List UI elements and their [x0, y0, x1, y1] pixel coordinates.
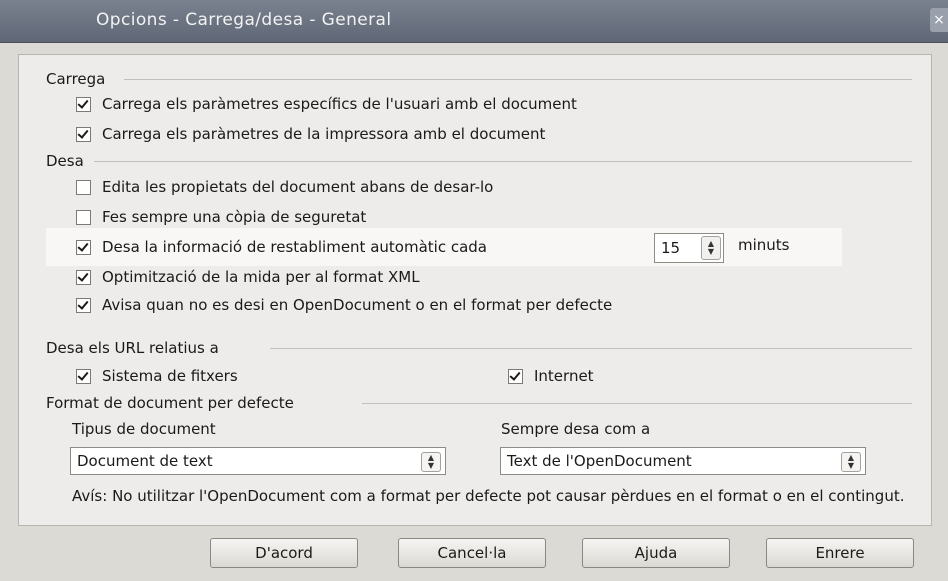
checkbox-edit-properties[interactable]: Edita les propietats del document abans … [76, 175, 493, 199]
checkbox-autorecovery[interactable]: Desa la informació de restabliment autom… [76, 235, 487, 259]
checkbox-warn-not-odf[interactable]: Avisa quan no es desi en OpenDocument o … [76, 293, 612, 317]
checkbox-box[interactable] [508, 368, 523, 384]
ok-button[interactable]: D'acord [210, 538, 358, 568]
section-relative-urls-label: Desa els URL relatius a [46, 339, 219, 357]
section-separator [124, 79, 912, 80]
checkbox-always-backup[interactable]: Fes sempre una còpia de seguretat [76, 205, 366, 229]
checkbox-box[interactable] [76, 239, 91, 255]
checkbox-label: Edita les propietats del document abans … [102, 178, 494, 196]
checkbox-box[interactable] [76, 209, 91, 225]
checkbox-relative-internet[interactable]: Internet [508, 364, 594, 388]
title-bar: Opcions - Carrega/desa - General × [0, 0, 948, 43]
autosave-unit-label: minuts [738, 236, 790, 254]
checkbox-relative-filesystem[interactable]: Sistema de fitxers [76, 364, 238, 388]
doc-type-value: Document de text [77, 452, 213, 470]
doc-type-label: Tipus de document [72, 420, 216, 438]
checkbox-box[interactable] [76, 126, 91, 142]
section-default-format-label: Format de document per defecte [46, 394, 294, 412]
checkbox-box[interactable] [76, 297, 91, 313]
close-button[interactable]: × [930, 8, 948, 32]
select-arrows-icon[interactable]: ▲ ▼ [421, 452, 441, 472]
always-save-label: Sempre desa com a [501, 420, 651, 438]
cancel-button[interactable]: Cancel·la [398, 538, 546, 568]
checkbox-label: Carrega els paràmetres específics de l'u… [102, 95, 577, 113]
checkbox-box[interactable] [76, 368, 91, 384]
checkbox-label: Optimització de la mida per al format XM… [102, 268, 420, 286]
doc-type-select[interactable]: Document de text ▲ ▼ [70, 447, 446, 475]
section-desa-label: Desa [46, 152, 84, 170]
checkbox-label: Avisa quan no es desi en OpenDocument o … [102, 296, 613, 314]
format-warning-text: Avís: No utilitzar l'OpenDocument com a … [72, 487, 905, 505]
help-button[interactable]: Ajuda [582, 538, 730, 568]
checkbox-box[interactable] [76, 179, 91, 195]
spinner-arrows-icon[interactable]: ▲ ▼ [701, 236, 721, 260]
checkbox-box[interactable] [76, 96, 91, 112]
section-separator [270, 348, 912, 349]
checkbox-optimize-xml[interactable]: Optimització de la mida per al format XM… [76, 265, 420, 289]
always-save-select[interactable]: Text de l'OpenDocument ▲ ▼ [500, 447, 866, 475]
always-save-value: Text de l'OpenDocument [507, 452, 692, 470]
section-separator [362, 403, 912, 404]
window-title: Opcions - Carrega/desa - General [96, 10, 392, 30]
checkbox-label: Fes sempre una còpia de seguretat [102, 208, 367, 226]
back-button[interactable]: Enrere [766, 538, 914, 568]
checkbox-label: Carrega els paràmetres de la impressora … [102, 125, 546, 143]
checkbox-load-user-settings[interactable]: Carrega els paràmetres específics de l'u… [76, 92, 577, 116]
checkbox-label: Sistema de fitxers [102, 367, 238, 385]
section-separator [94, 161, 912, 162]
checkbox-box[interactable] [76, 269, 91, 285]
select-arrows-icon[interactable]: ▲ ▼ [841, 452, 861, 472]
autosave-minutes-value[interactable]: 15 [655, 239, 701, 257]
autosave-minutes-spinner[interactable]: 15 ▲ ▼ [654, 233, 724, 263]
checkbox-load-printer-settings[interactable]: Carrega els paràmetres de la impressora … [76, 122, 545, 146]
checkbox-label: Desa la informació de restabliment autom… [102, 238, 487, 256]
section-carrega-label: Carrega [46, 70, 106, 88]
checkbox-label: Internet [534, 367, 594, 385]
